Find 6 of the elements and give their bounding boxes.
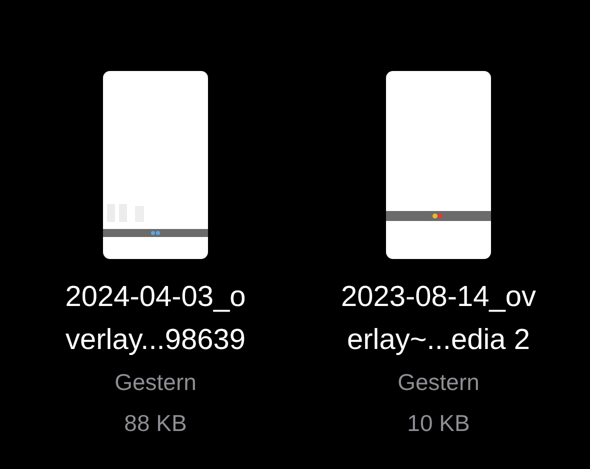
file-size: 88 KB	[124, 409, 187, 438]
file-name: 2024-04-03_o verlay...98639	[65, 280, 246, 358]
file-date: Gestern	[114, 368, 196, 397]
file-date: Gestern	[398, 368, 480, 397]
file-size: 10 KB	[407, 409, 470, 438]
file-name: 2023-08-14_ov erlay~...edia 2	[340, 280, 536, 358]
